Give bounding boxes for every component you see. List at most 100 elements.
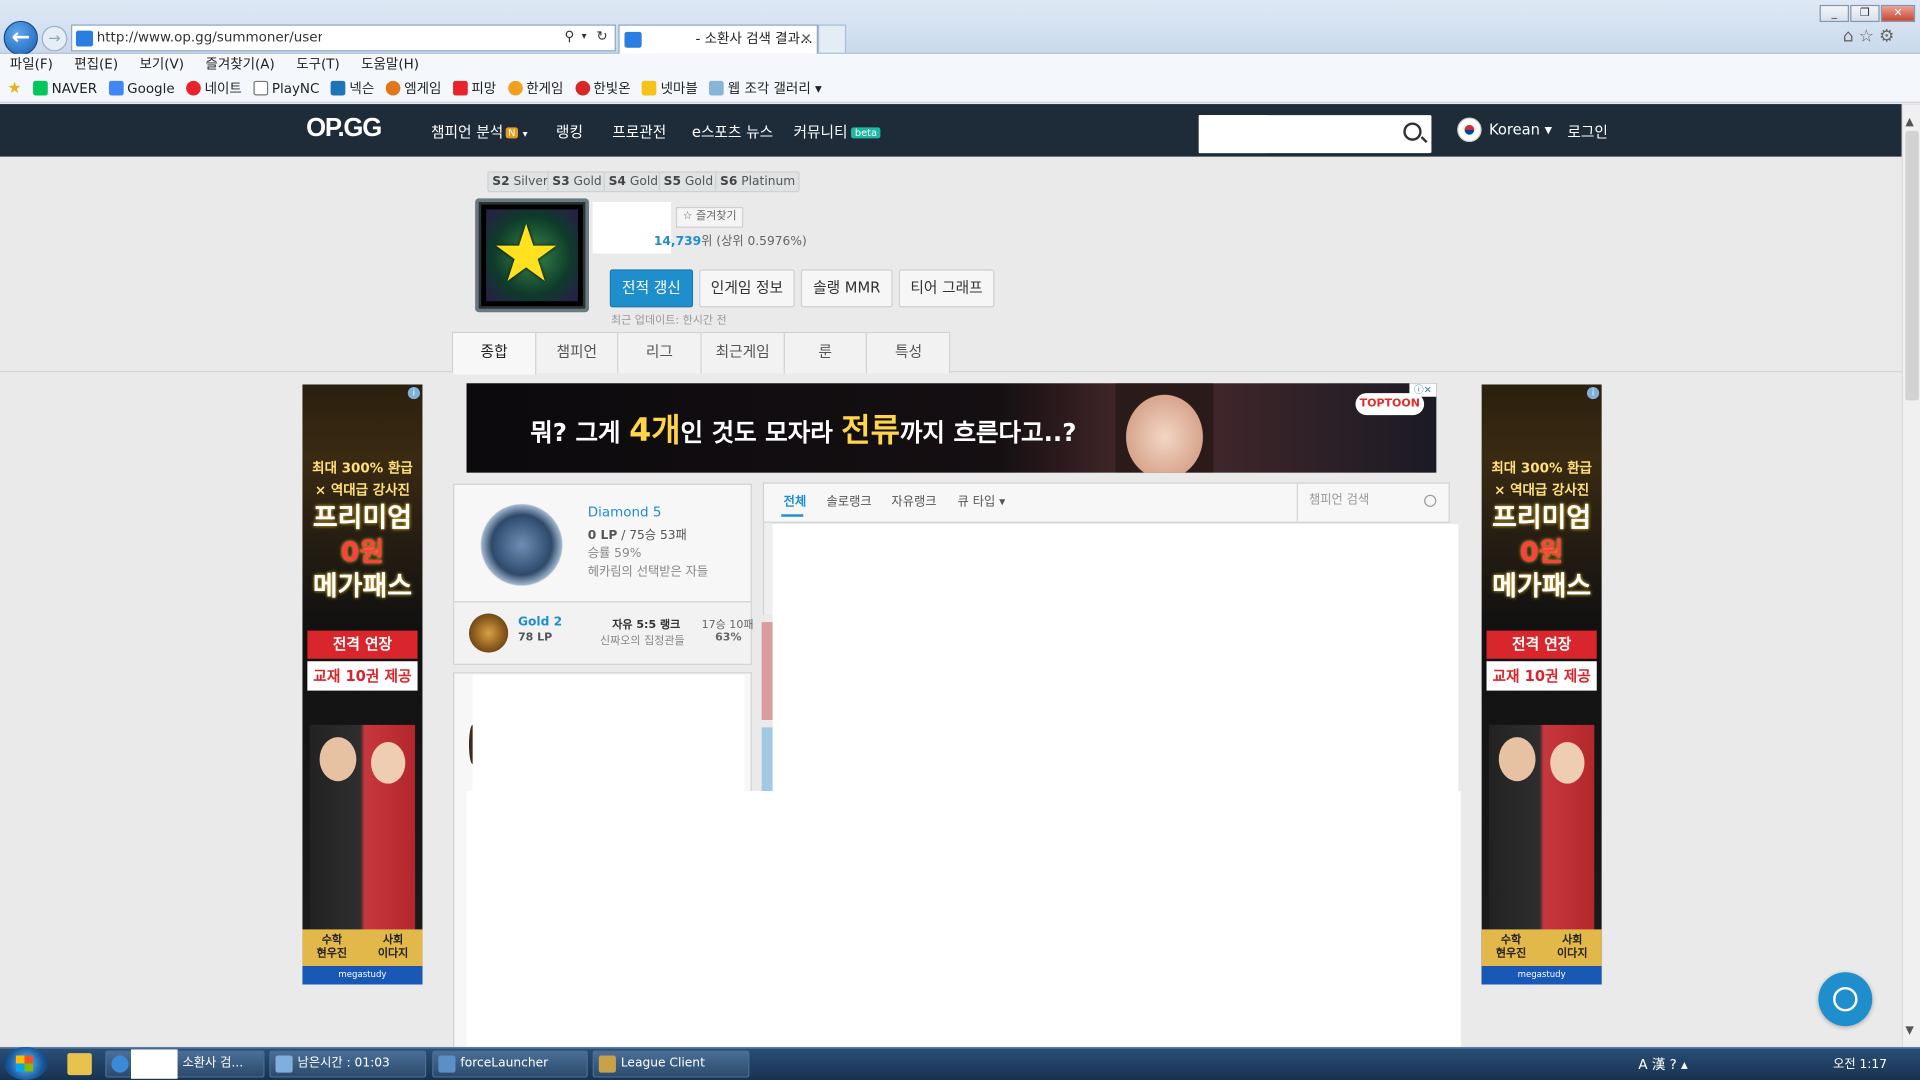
ad-face-image: [1550, 742, 1585, 784]
ad-brand: megastudy: [1481, 966, 1602, 985]
filter-queue-type[interactable]: 큐 타입 ▾: [958, 491, 1006, 509]
fav-google[interactable]: Google: [108, 77, 175, 101]
favorites-star-icon[interactable]: ☆: [1859, 27, 1879, 47]
solo-mmr-button[interactable]: 솔랭 MMR: [800, 269, 893, 308]
favorites-star-icon[interactable]: ★: [7, 77, 21, 101]
fav-nate[interactable]: 네이트: [186, 77, 242, 101]
opgg-logo[interactable]: OP.GG: [306, 114, 382, 143]
netmarble-icon: [642, 80, 657, 96]
past-season-badge: S3 Gold: [547, 171, 607, 193]
chat-button[interactable]: [1818, 972, 1873, 1027]
fav-mgame[interactable]: 엠게임: [385, 77, 441, 101]
tab-title: - 소환사 검색 결과...: [695, 30, 813, 47]
nexon-icon: [331, 80, 346, 96]
address-tools[interactable]: ⚲ ▾ ↻: [545, 24, 616, 51]
ad-info-icon[interactable]: i: [407, 386, 421, 400]
scroll-down-icon[interactable]: ▼: [1905, 1025, 1913, 1037]
fav-nexon[interactable]: 넥슨: [331, 77, 374, 101]
star-icon: ★: [491, 209, 562, 301]
add-favorite-button[interactable]: ☆ 즐겨찾기: [675, 206, 744, 228]
browser-tools: ⌂☆⚙: [1843, 27, 1916, 51]
ad-brand: megastudy: [302, 966, 423, 985]
timer-icon: [275, 1055, 293, 1073]
search-icon[interactable]: ⚲: [564, 24, 574, 48]
fav-pmang[interactable]: 피망: [453, 77, 496, 101]
nav-pro-spectate[interactable]: 프로관전: [612, 121, 666, 142]
redacted-area: [466, 791, 1461, 1065]
champion-search-input[interactable]: 챔피언 검색: [1296, 483, 1449, 522]
tab-masteries[interactable]: 특성: [867, 333, 950, 373]
menu-favorites[interactable]: 즐겨찾기(A): [205, 56, 274, 72]
nav-ranking[interactable]: 랭킹: [556, 121, 583, 142]
gear-icon[interactable]: ⚙: [1879, 27, 1899, 47]
left-side-ad[interactable]: i 최대 300% 환급 × 역대급 강사진 프리미엄 0원 메가패스 전격 연장 교…: [302, 384, 423, 985]
scroll-up-icon[interactable]: ▲: [1905, 116, 1913, 128]
home-icon[interactable]: ⌂: [1843, 27, 1859, 47]
menu-tools[interactable]: 도구(T): [296, 56, 340, 72]
ad-text: 최대 300% 환급 × 역대급 강사진: [302, 458, 422, 502]
menu-help[interactable]: 도움말(H): [361, 56, 419, 72]
ad-teacher: 사회 이다지: [1557, 934, 1588, 961]
nav-champion-analysis[interactable]: 챔피언 분석 N ▾: [431, 121, 528, 142]
explorer-icon[interactable]: [67, 1053, 92, 1076]
search-icon[interactable]: [1403, 122, 1422, 141]
ad-info-icon[interactable]: i: [1586, 386, 1600, 400]
tab-champions[interactable]: 챔피언: [536, 333, 619, 374]
renew-button[interactable]: 전적 갱신: [609, 269, 694, 308]
fav-netmarble[interactable]: 넷마블: [642, 77, 698, 101]
tab-runes[interactable]: 룬: [785, 333, 867, 374]
refresh-icon[interactable]: ↻: [596, 24, 607, 48]
tab-summary[interactable]: 종합: [453, 333, 537, 375]
ad-close-icon[interactable]: ⓘ✕: [1409, 383, 1437, 397]
new-tab-button[interactable]: [817, 24, 847, 54]
forward-button[interactable]: →: [41, 25, 68, 52]
ad-line: 0원: [340, 537, 385, 569]
ad-teacher-bar: 수학 현우진 사회 이다지: [302, 929, 423, 967]
ad-red-banner: 전격 연장: [307, 630, 418, 659]
ingame-info-button[interactable]: 인게임 정보: [699, 269, 795, 308]
menu-view[interactable]: 보기(V): [140, 56, 185, 72]
language-selector[interactable]: Korean ▾: [1489, 121, 1552, 138]
fav-plaync[interactable]: PlayNC: [253, 77, 319, 101]
back-button[interactable]: ←: [3, 20, 38, 56]
taskbar-item-forcelauncher[interactable]: forceLauncher: [432, 1050, 588, 1078]
fav-web-slice-gallery[interactable]: 웹 조각 갤러리 ▾: [709, 77, 822, 101]
search-icon[interactable]: [1424, 494, 1437, 507]
fav-naver[interactable]: NAVER: [33, 77, 97, 101]
restore-button[interactable]: ❐: [1850, 4, 1880, 23]
korea-flag-icon[interactable]: [1457, 117, 1482, 143]
summoner-search-input[interactable]: [1198, 115, 1432, 154]
ad-teacher: 사회 이다지: [377, 934, 409, 961]
ladder-rank: 14,739위 (상위 0.5976%): [653, 235, 807, 249]
start-button[interactable]: [3, 1046, 48, 1080]
minimize-button[interactable]: _: [1819, 4, 1849, 23]
fav-hangame[interactable]: 한게임: [507, 77, 563, 101]
close-window-button[interactable]: ✕: [1880, 4, 1916, 23]
chevron-down-icon[interactable]: ▾: [582, 24, 587, 48]
filter-solo-rank[interactable]: 솔로랭크: [827, 491, 872, 509]
taskbar-item-ie[interactable]: 소환사 검...: [105, 1050, 265, 1078]
ad-line: 메가패스: [312, 571, 413, 603]
browser-tab[interactable]: - 소환사 검색 결과... ✕: [618, 24, 818, 54]
tab-league[interactable]: 리그: [618, 333, 702, 374]
login-link[interactable]: 로그인: [1567, 121, 1608, 142]
nav-community[interactable]: 커뮤니티 beta: [793, 121, 881, 142]
fav-hanbiton[interactable]: 한빛온: [575, 77, 631, 101]
filter-all[interactable]: 전체: [784, 491, 807, 509]
taskbar-item-league-client[interactable]: League Client: [592, 1050, 750, 1078]
close-tab-icon[interactable]: ✕: [801, 26, 812, 53]
system-clock[interactable]: 오전 1:17: [1833, 1053, 1887, 1077]
page-scrollbar[interactable]: ▲ ▼: [1901, 104, 1920, 1047]
right-side-ad[interactable]: i 최대 300% 환급 × 역대급 강사진 프리미엄 0원 메가패스 전격 연장 교…: [1481, 384, 1602, 985]
last-update-text: 최근 업데이트: 한시간 전: [611, 314, 727, 327]
menu-file[interactable]: 파일(F): [10, 56, 53, 72]
tab-recent-games[interactable]: 최근게임: [702, 333, 785, 374]
menu-edit[interactable]: 편집(E): [74, 56, 118, 72]
nav-esports-news[interactable]: e스포츠 뉴스: [692, 121, 773, 142]
redacted-username: [131, 1049, 178, 1079]
scrollbar-thumb[interactable]: [1905, 131, 1919, 401]
filter-flex-rank[interactable]: 자유랭크: [891, 491, 936, 509]
tier-graph-button[interactable]: 티어 그래프: [898, 269, 995, 308]
top-banner-ad[interactable]: 뭐? 그게 4개인 것도 모자라 전류까지 흐른다고..? TOPTOON ⓘ✕: [466, 383, 1437, 473]
taskbar-item-timer[interactable]: 남은시간 : 01:03: [269, 1050, 427, 1078]
